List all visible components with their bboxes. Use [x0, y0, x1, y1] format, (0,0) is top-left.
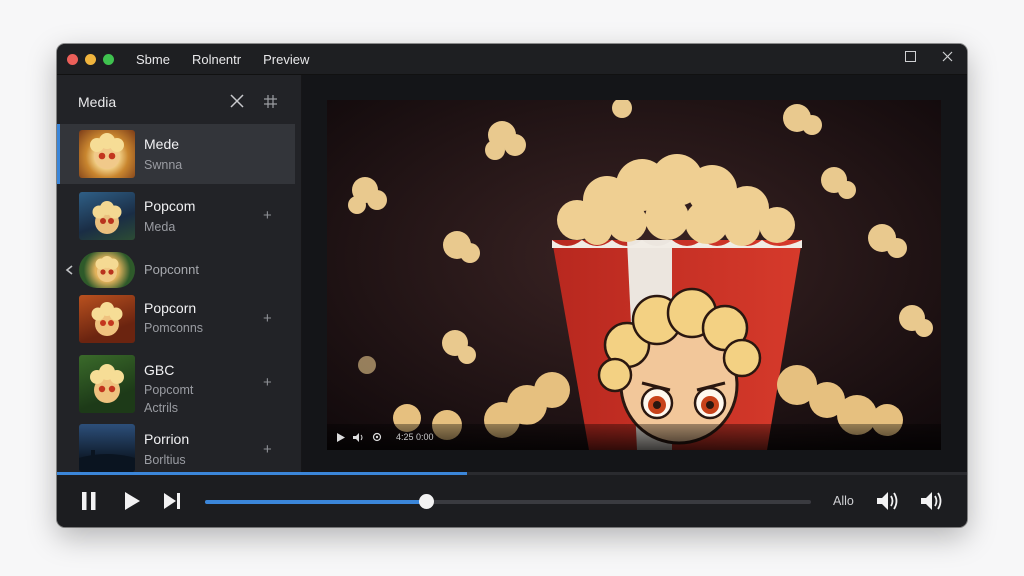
app-window: Sbme Rolnentr Preview Media Mede Swnna P… [57, 44, 967, 527]
media-item-subtitle: Meda [144, 220, 176, 234]
media-thumbnail [79, 355, 135, 413]
window-controls [905, 51, 953, 62]
plus-icon[interactable]: + [263, 441, 272, 458]
menu-item-3[interactable]: Preview [263, 52, 309, 67]
media-item[interactable]: Popcorn Pomconns + [57, 290, 295, 352]
window-traffic-lights [67, 53, 114, 65]
media-item-title: GBC [144, 362, 175, 378]
media-item-subtitle: Popcomt [144, 383, 194, 397]
menu-item-2[interactable]: Rolnentr [192, 52, 241, 67]
media-item-subtitle: Pomconns [144, 321, 204, 335]
media-item[interactable]: GBC Popcomt Actrils + [57, 352, 295, 416]
auto-label[interactable]: Allo [833, 494, 854, 508]
close-window-button[interactable] [67, 53, 78, 65]
video-player[interactable]: 4:25 0:00 [327, 100, 941, 450]
media-thumbnail [79, 252, 135, 288]
volume-max-icon[interactable] [921, 492, 943, 510]
pause-icon[interactable] [81, 492, 97, 510]
seek-fill [205, 500, 427, 504]
media-item[interactable]: Mede Swnna [57, 124, 295, 184]
grip-icon[interactable] [264, 95, 277, 108]
minimize-window-button[interactable] [85, 53, 96, 65]
media-thumbnail [79, 192, 135, 240]
title-bar: Sbme Rolnentr Preview [57, 44, 967, 75]
video-time: 4:25 0:00 [396, 432, 434, 442]
sidebar-title: Media [78, 94, 117, 110]
skip-next-icon[interactable] [164, 492, 181, 510]
volume-icon[interactable] [877, 492, 899, 510]
media-item-title: Porrion [144, 431, 190, 447]
media-item-title: Popcorn [144, 300, 197, 316]
play-icon[interactable] [124, 492, 140, 510]
maximize-icon[interactable] [905, 51, 916, 62]
media-thumbnail [79, 295, 135, 343]
zoom-window-button[interactable] [103, 53, 114, 65]
playback-controls: Allo [57, 475, 967, 527]
media-sidebar: Media Mede Swnna Popcom Meda + Popconnt … [57, 75, 302, 473]
chevron-left-icon[interactable] [65, 265, 73, 275]
plus-icon[interactable]: + [263, 374, 272, 391]
media-item[interactable]: Popconnt [57, 250, 295, 290]
plus-icon[interactable]: + [263, 310, 272, 327]
seek-knob[interactable] [419, 494, 435, 509]
video-overlay-controls: 4:25 0:00 [327, 424, 941, 450]
close-icon[interactable] [942, 51, 953, 62]
media-item-title: Popcom [144, 198, 196, 214]
menu-item-1[interactable]: Sbme [136, 52, 170, 67]
preview-area: 4:25 0:00 [302, 75, 967, 473]
sidebar-header: Media [57, 75, 301, 125]
media-item-title: Mede [144, 136, 180, 152]
settings-icon[interactable] [372, 432, 382, 442]
seek-bar[interactable] [205, 494, 811, 509]
menu-bar: Sbme Rolnentr Preview [136, 52, 309, 67]
plus-icon[interactable]: + [263, 207, 272, 224]
media-item[interactable]: Popcom Meda + [57, 186, 295, 248]
play-icon[interactable] [337, 432, 345, 442]
video-frame [327, 100, 941, 450]
media-item-subtitle-2: Actrils [144, 401, 179, 415]
media-item-subtitle: Borltius [144, 453, 186, 467]
close-icon[interactable] [230, 94, 244, 108]
volume-icon[interactable] [353, 432, 364, 442]
media-thumbnail [79, 130, 135, 178]
media-item-subtitle: Swnna [144, 158, 183, 172]
media-thumbnail [79, 424, 135, 472]
media-item-title: Popconnt [144, 262, 199, 277]
media-item[interactable]: Porrion Borltius + [57, 421, 295, 473]
